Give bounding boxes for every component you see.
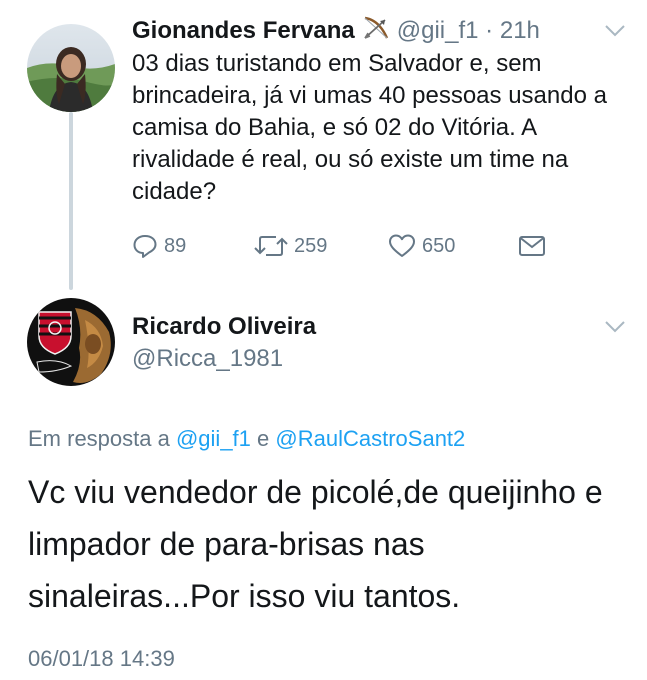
reply-context: Em resposta a @gii_f1 e @RaulCastroSant2 xyxy=(28,424,465,454)
reply-count: 89 xyxy=(164,234,187,257)
direct-message-button[interactable] xyxy=(518,230,552,262)
user-handle[interactable]: @Ricca_1981 xyxy=(132,344,283,374)
mention-link[interactable]: @RaulCastroSant2 xyxy=(275,426,465,451)
tweet-text: Vc viu vendedor de picolé,de queijinho e… xyxy=(28,474,603,614)
reply-button[interactable]: 89 xyxy=(132,230,186,262)
like-count: 650 xyxy=(422,234,456,257)
mention-link[interactable]: @gii_f1 xyxy=(176,426,251,451)
avatar[interactable] xyxy=(27,24,115,112)
retweet-icon xyxy=(254,236,288,256)
tweet-timestamp[interactable]: 06/01/18 14:39 xyxy=(28,644,175,674)
separator-dot: · xyxy=(485,17,494,44)
retweet-count: 259 xyxy=(294,234,328,257)
reply-prefix: Em resposta a xyxy=(28,426,170,451)
reply-icon xyxy=(133,235,157,258)
display-name[interactable]: Ricardo Oliveira xyxy=(132,312,316,342)
reply-conjunction: e xyxy=(257,426,270,451)
avatar[interactable] xyxy=(27,298,115,386)
tweet-header: Gionandes Fervana @gii_f1 · 21h xyxy=(132,16,540,46)
chevron-down-icon[interactable] xyxy=(604,24,626,38)
bow-and-arrow-icon xyxy=(361,16,391,42)
tweet-time[interactable]: 21h xyxy=(500,17,540,44)
tweet-actions: 89 259 650 xyxy=(132,230,572,262)
thread-connector-line xyxy=(69,112,73,290)
retweet-button[interactable]: 259 xyxy=(254,230,327,262)
envelope-icon xyxy=(519,236,545,256)
heart-icon xyxy=(389,234,415,257)
tweet-text: 03 dias turistando em Salvador e, sem br… xyxy=(132,50,607,205)
user-handle[interactable]: @gii_f1 xyxy=(397,17,479,44)
chevron-down-icon[interactable] xyxy=(604,320,626,334)
like-button[interactable]: 650 xyxy=(388,230,455,262)
display-name[interactable]: Gionandes Fervana xyxy=(132,17,355,44)
